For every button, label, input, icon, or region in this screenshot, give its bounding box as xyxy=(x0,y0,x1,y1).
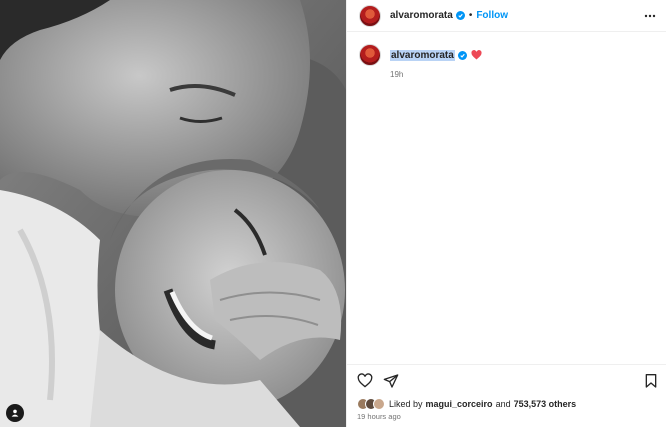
verified-badge-icon xyxy=(455,11,465,20)
paper-plane-icon xyxy=(383,374,399,388)
post-actions-bar xyxy=(347,364,666,396)
post-side-panel: alvaromorata • Follow alvaromorata 19h L… xyxy=(346,0,666,427)
more-options-button[interactable] xyxy=(643,9,657,23)
like-button[interactable] xyxy=(357,373,373,389)
black-and-white-couple-photo xyxy=(0,0,346,427)
user-tag-icon xyxy=(11,409,19,417)
user-tag-button[interactable] xyxy=(6,404,24,422)
separator-dot: • xyxy=(468,10,473,21)
post-photo[interactable] xyxy=(0,0,346,427)
post-header: alvaromorata • Follow xyxy=(347,0,666,32)
likes-summary: Liked by magui_corceiro and 753,573 othe… xyxy=(357,398,579,410)
bookmark-icon xyxy=(645,374,657,388)
author-avatar[interactable] xyxy=(359,4,381,27)
save-button[interactable] xyxy=(643,373,659,389)
more-horizontal-icon xyxy=(644,14,656,18)
instagram-post: alvaromorata • Follow alvaromorata 19h L… xyxy=(0,0,666,427)
caption-time: 19h xyxy=(390,70,404,79)
liker-username[interactable]: magui_corceiro xyxy=(426,399,493,409)
heart-outline-icon xyxy=(357,373,373,388)
caption-username[interactable]: alvaromorata xyxy=(390,49,455,61)
share-button[interactable] xyxy=(383,373,399,389)
post-caption: alvaromorata 19h xyxy=(359,44,655,79)
caption-verified-badge-icon xyxy=(457,50,467,60)
post-timestamp[interactable]: 19 hours ago xyxy=(357,412,401,421)
liker-avatars[interactable] xyxy=(357,398,385,410)
liker-avatar xyxy=(373,398,385,410)
likes-prefix: Liked by xyxy=(389,399,423,409)
author-username[interactable]: alvaromorata xyxy=(390,10,453,21)
red-heart-icon xyxy=(471,50,482,60)
follow-button[interactable]: Follow xyxy=(476,10,508,21)
likes-joiner: and xyxy=(495,399,511,409)
likes-count[interactable]: 753,573 others xyxy=(514,399,577,409)
caption-author-avatar[interactable] xyxy=(359,44,381,66)
